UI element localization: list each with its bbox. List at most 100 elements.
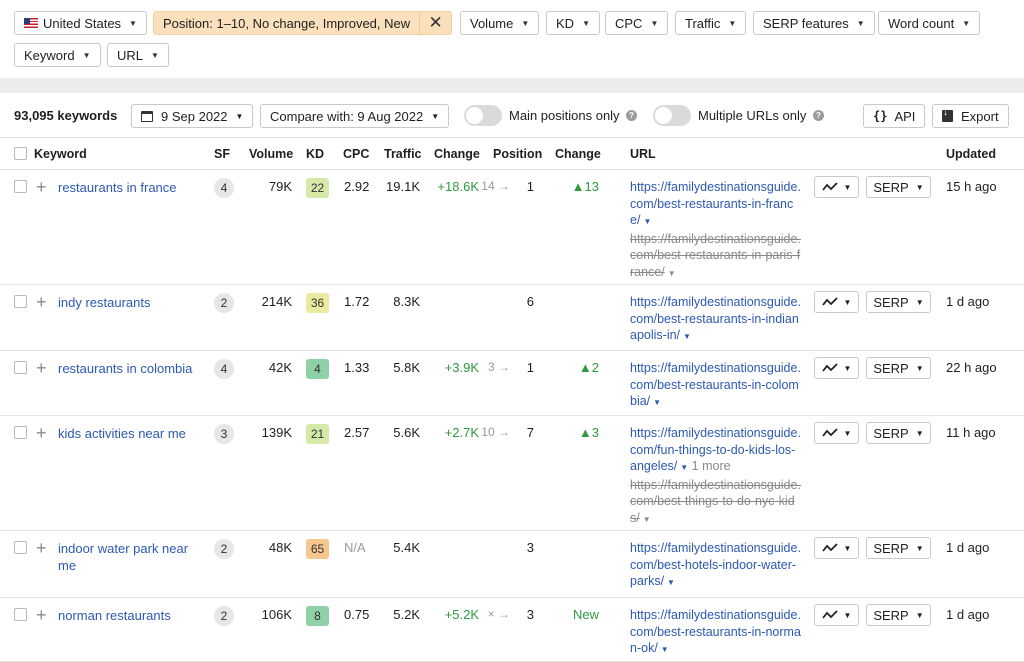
position-to: 6	[526, 294, 534, 309]
position-from: 10 →	[481, 425, 510, 439]
col-position-change[interactable]: Change	[555, 147, 601, 161]
url-link[interactable]: https://familydestinationsguide.com/best…	[630, 608, 801, 655]
keyword-link[interactable]: indoor water park near me	[58, 540, 198, 574]
col-position[interactable]: Position	[493, 147, 542, 161]
date-label: 9 Sep 2022	[161, 108, 228, 124]
position-filter[interactable]: Position: 1–10, No change, Improved, New…	[153, 11, 453, 35]
chevron-down-icon[interactable]: ▼	[653, 398, 661, 407]
serp-button[interactable]: SERP ▼	[866, 176, 931, 198]
select-all-checkbox[interactable]	[14, 147, 27, 160]
url-link[interactable]: https://familydestinationsguide.com/best…	[630, 295, 801, 342]
row-checkbox[interactable]	[14, 361, 27, 374]
us-flag-icon	[24, 18, 38, 28]
col-keyword[interactable]: Keyword	[34, 147, 87, 161]
chart-button[interactable]: ▼	[814, 291, 859, 313]
row-checkbox[interactable]	[14, 608, 27, 621]
arrow-right-icon: →	[498, 360, 510, 374]
col-volume[interactable]: Volume	[249, 147, 293, 161]
cpc-filter[interactable]: CPC ▼	[605, 11, 669, 35]
calendar-icon	[141, 110, 153, 122]
add-to-list-icon[interactable]: +	[36, 424, 47, 442]
chevron-down-icon[interactable]: ▼	[680, 463, 688, 472]
serp-button[interactable]: SERP ▼	[866, 537, 931, 559]
help-icon[interactable]: ?	[626, 110, 637, 121]
keyword-filter[interactable]: Keyword ▼	[14, 43, 101, 67]
add-to-list-icon[interactable]: +	[36, 539, 47, 557]
chevron-down-icon[interactable]: ▼	[683, 332, 691, 341]
api-button[interactable]: {} API	[863, 104, 926, 128]
chart-button[interactable]: ▼	[814, 422, 859, 444]
chevron-down-icon: ▼	[728, 18, 737, 28]
compare-picker[interactable]: Compare with: 9 Aug 2022 ▼	[260, 104, 450, 128]
keyword-filter-label: Keyword	[24, 47, 75, 63]
row-checkbox[interactable]	[14, 426, 27, 439]
multiple-urls-toggle[interactable]	[653, 105, 691, 126]
country-filter[interactable]: United States ▼	[14, 11, 147, 35]
sf-count[interactable]: 4	[214, 359, 234, 379]
chevron-down-icon: ▼	[915, 543, 924, 553]
add-to-list-icon[interactable]: +	[36, 178, 47, 196]
sf-count[interactable]: 4	[214, 178, 234, 198]
col-kd[interactable]: KD	[306, 147, 324, 161]
sf-count[interactable]: 2	[214, 539, 234, 559]
main-positions-toggle[interactable]	[464, 105, 502, 126]
chevron-down-icon: ▼	[650, 18, 659, 28]
clear-filter-icon[interactable]: ✕	[419, 12, 451, 34]
col-traffic[interactable]: Traffic	[384, 147, 422, 161]
chart-button[interactable]: ▼	[814, 176, 859, 198]
kd-filter[interactable]: KD ▼	[546, 11, 600, 35]
help-icon[interactable]: ?	[813, 110, 824, 121]
sf-count[interactable]: 3	[214, 424, 234, 444]
keyword-link[interactable]: norman restaurants	[58, 607, 198, 624]
chart-button[interactable]: ▼	[814, 537, 859, 559]
row-checkbox[interactable]	[14, 180, 27, 193]
sf-count[interactable]: 2	[214, 606, 234, 626]
add-to-list-icon[interactable]: +	[36, 293, 47, 311]
word-count-filter[interactable]: Word count ▼	[878, 11, 981, 35]
date-picker[interactable]: 9 Sep 2022 ▼	[131, 104, 254, 128]
chevron-down-icon[interactable]: ▼	[661, 645, 669, 654]
table-row: + kids activities near me 3 139K 21 2.57 5.6K +…	[0, 417, 1024, 531]
serp-button[interactable]: SERP ▼	[866, 291, 931, 313]
chart-button[interactable]: ▼	[814, 604, 859, 626]
traffic-change: +18.6K	[437, 179, 479, 194]
chevron-down-icon[interactable]: ▼	[643, 515, 651, 524]
chevron-down-icon[interactable]: ▼	[643, 217, 651, 226]
chevron-down-icon[interactable]: ▼	[668, 269, 676, 278]
separator-band	[0, 78, 1024, 93]
url-link[interactable]: https://familydestinationsguide.com/best…	[630, 541, 801, 588]
chevron-down-icon: ▼	[129, 18, 137, 28]
keyword-count: 93,095 keywords	[14, 108, 118, 123]
chevron-down-icon: ▼	[843, 428, 852, 438]
traffic-filter[interactable]: Traffic ▼	[675, 11, 747, 35]
volume-value: 48K	[268, 540, 292, 555]
col-change[interactable]: Change	[434, 147, 480, 161]
chart-button[interactable]: ▼	[814, 357, 859, 379]
sf-count[interactable]: 2	[214, 293, 234, 313]
keyword-link[interactable]: restaurants in france	[58, 179, 198, 196]
kd-badge: 8	[306, 606, 329, 626]
serp-button[interactable]: SERP ▼	[866, 604, 931, 626]
keyword-link[interactable]: restaurants in colombia	[58, 360, 198, 377]
col-cpc[interactable]: CPC	[343, 147, 369, 161]
url-link[interactable]: https://familydestinationsguide.com/best…	[630, 180, 801, 227]
row-checkbox[interactable]	[14, 541, 27, 554]
serp-features-filter[interactable]: SERP features ▼	[753, 11, 875, 35]
col-url[interactable]: URL	[630, 147, 656, 161]
keyword-link[interactable]: indy restaurants	[58, 294, 198, 311]
chevron-down-icon[interactable]: ▼	[667, 578, 675, 587]
add-to-list-icon[interactable]: +	[36, 606, 47, 624]
keyword-link[interactable]: kids activities near me	[58, 425, 198, 442]
url-filter[interactable]: URL ▼	[107, 43, 169, 67]
volume-filter[interactable]: Volume ▼	[460, 11, 540, 35]
serp-button[interactable]: SERP ▼	[866, 357, 931, 379]
position-from: × →	[487, 607, 510, 621]
col-updated[interactable]: Updated	[946, 147, 996, 161]
row-checkbox[interactable]	[14, 295, 27, 308]
more-urls-link[interactable]: 1 more	[692, 459, 731, 473]
export-button[interactable]: Export	[932, 104, 1009, 128]
col-sf[interactable]: SF	[214, 147, 230, 161]
serp-button[interactable]: SERP ▼	[866, 422, 931, 444]
add-to-list-icon[interactable]: +	[36, 359, 47, 377]
table-row: + indy restaurants 2 214K 36 1.72 8.3K 6 https:…	[0, 286, 1024, 351]
